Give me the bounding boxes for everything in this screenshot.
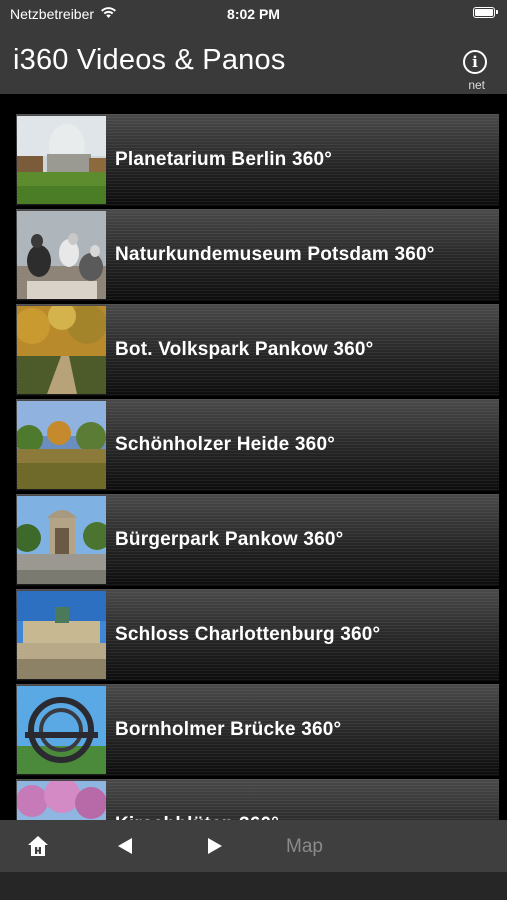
item-title: Bot. Volkspark Pankow 360° [115,339,374,360]
battery-icon [473,7,498,18]
heath-thumbnail [17,401,106,489]
list-item-bornholmer-bruecke[interactable]: Bornholmer Brücke 360° [16,684,499,776]
navigation-bar: i360 Videos & Panos i net [0,28,507,94]
planetarium-thumbnail [17,116,106,204]
home-icon[interactable] [26,834,50,863]
bottom-toolbar: Map [0,820,507,872]
item-title: Kirschblüten 360° [115,779,279,820]
park-path-thumbnail [17,306,106,394]
list-item-schloss-charlottenburg[interactable]: Schloss Charlottenburg 360° [16,589,499,681]
page-title: i360 Videos & Panos [13,44,286,76]
back-arrow-icon[interactable] [116,836,134,861]
list-item-buergerpark-pankow[interactable]: Bürgerpark Pankow 360° [16,494,499,586]
info-icon[interactable]: i [463,50,487,74]
gate-thumbnail [17,496,106,584]
birds-thumbnail [17,211,106,299]
list-item-kirschblueten[interactable]: Kirschblüten 360° [16,779,499,820]
home-indicator-area [0,872,507,900]
palace-thumbnail [17,591,106,679]
bridge-thumbnail [17,686,106,774]
forward-arrow-icon[interactable] [206,836,224,861]
clock: 8:02 PM [227,6,280,22]
video-list[interactable]: Planetarium Berlin 360° Naturkundemuseum… [16,114,499,820]
list-item-bot-volkspark-pankow[interactable]: Bot. Volkspark Pankow 360° [16,304,499,396]
status-bar: Netzbetreiber 8:02 PM [0,0,507,28]
item-title: Schloss Charlottenburg 360° [115,624,381,645]
map-button[interactable]: Map [286,836,323,858]
item-title: Bornholmer Brücke 360° [115,719,342,740]
item-title: Planetarium Berlin 360° [115,149,333,170]
item-title: Bürgerpark Pankow 360° [115,529,344,550]
blossoms-thumbnail [17,781,106,820]
list-item-naturkundemuseum-potsdam[interactable]: Naturkundemuseum Potsdam 360° [16,209,499,301]
item-title: Naturkundemuseum Potsdam 360° [115,244,435,265]
list-item-planetarium-berlin[interactable]: Planetarium Berlin 360° [16,114,499,206]
info-net-label[interactable]: net [468,78,485,92]
list-item-schoenholzer-heide[interactable]: Schönholzer Heide 360° [16,399,499,491]
item-title: Schönholzer Heide 360° [115,434,336,455]
